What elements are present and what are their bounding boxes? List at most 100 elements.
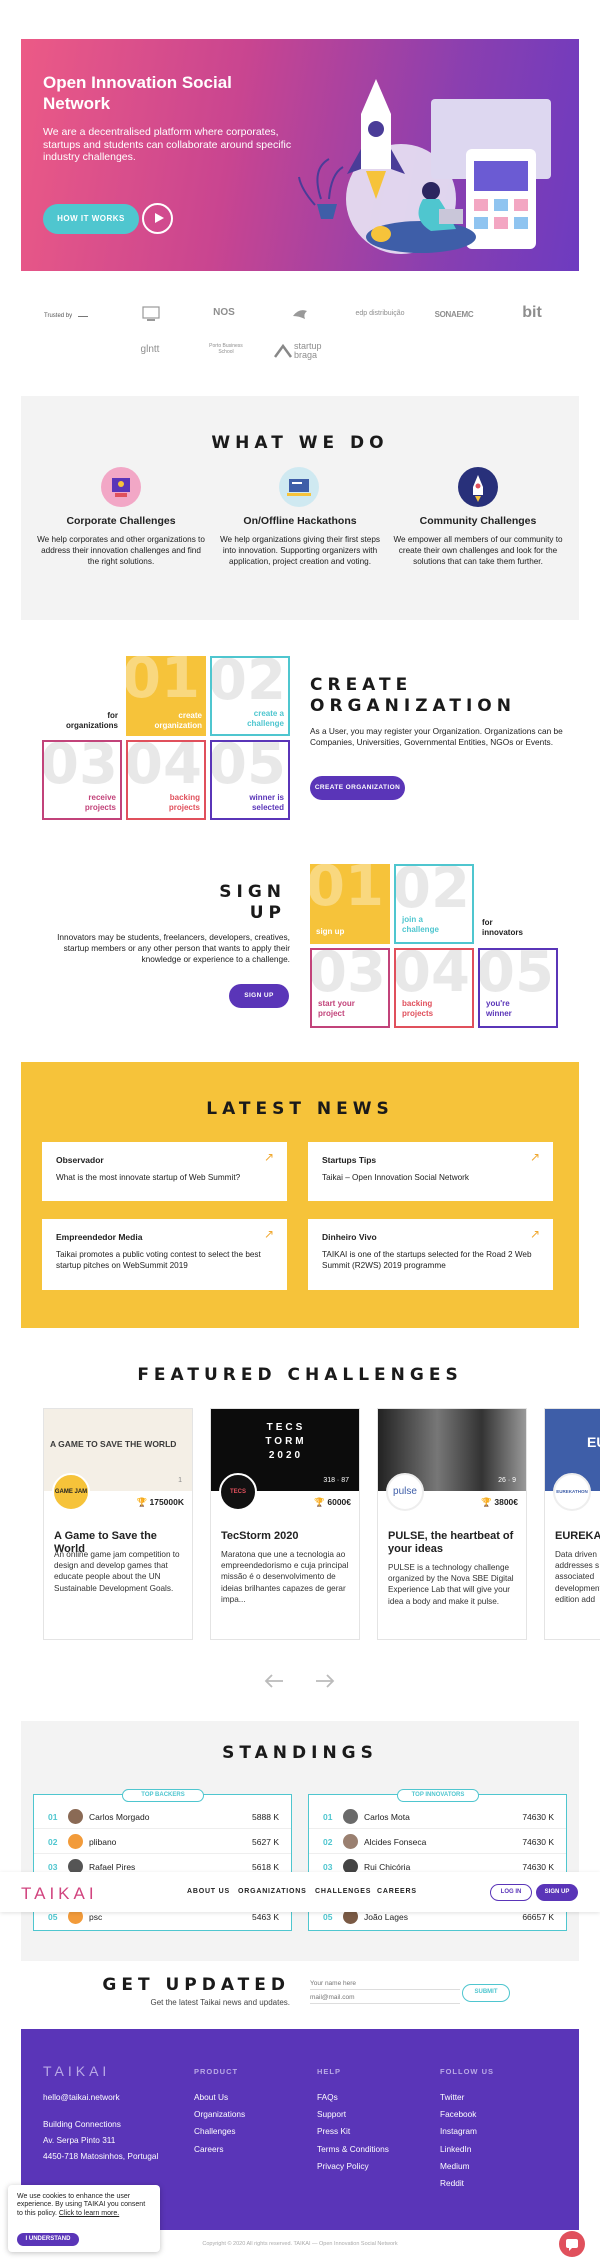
logo-startup-braga: startup braga — [294, 341, 322, 360]
top-navigation: TAIKAI ABOUT US ORGANIZATIONS CHALLENGES… — [0, 1872, 600, 1912]
latest-news-heading: LATEST NEWS — [206, 1099, 394, 1119]
cookie-learn-more-link[interactable]: Click to learn more. — [59, 2210, 119, 2217]
footer-link[interactable]: Support — [317, 2109, 346, 2119]
featured-challenges-heading: FEATURED CHALLENGES — [137, 1365, 463, 1385]
trophy-icon: 🏆 — [314, 1497, 325, 1507]
news-card[interactable]: Empreendedor Media ↗ Taikai promotes a pu… — [42, 1219, 287, 1290]
arrow-up-right-icon: ↗ — [263, 1227, 274, 1241]
footer-link[interactable]: Terms & Conditions — [317, 2144, 389, 2154]
challenge-card[interactable]: TECS TORM 2020 TECS 318 · 87 🏆 6000€ Tec… — [210, 1408, 360, 1640]
footer-link[interactable]: Medium — [440, 2161, 470, 2171]
trusted-by-label: Trusted by — [44, 313, 73, 319]
challenge-prize: 🏆 6000€ — [314, 1497, 351, 1507]
news-card[interactable]: Startups Tips ↗ Taikai – Open Innovation … — [308, 1142, 553, 1201]
logo-porto-business-school: Porto Business School — [209, 343, 243, 355]
get-updated-subtitle: Get the latest Taikai news and updates. — [150, 1998, 291, 2007]
avatar — [343, 1809, 358, 1824]
footer-link[interactable]: Instagram — [440, 2126, 477, 2136]
challenge-card[interactable]: EU EUREKATHON EUREKATH Data driven addre… — [544, 1408, 600, 1640]
challenge-logo: GAME JAM — [52, 1473, 90, 1511]
footer-link[interactable]: Careers — [194, 2144, 224, 2154]
challenge-title: EUREKATH — [555, 1530, 600, 1542]
community-challenges-title: Community Challenges — [419, 515, 537, 527]
footer-link[interactable]: Facebook — [440, 2109, 476, 2119]
for-innovators-label: for innovators — [482, 918, 523, 937]
play-video-button[interactable] — [142, 203, 173, 234]
avatar — [68, 1809, 83, 1824]
taikai-logo[interactable]: TAIKAI — [21, 1884, 98, 1904]
carousel-prev-icon[interactable] — [263, 1673, 285, 1689]
challenge-card[interactable]: pulse 26 · 9 🏆 3800€ PULSE, the heartbea… — [377, 1408, 527, 1640]
footer-link[interactable]: FAQs — [317, 2092, 338, 2102]
logo-glntt: glntt — [140, 344, 160, 355]
avatar — [343, 1834, 358, 1849]
create-heading-line2: ORGANIZATION — [310, 696, 516, 716]
logo-bird-icon — [293, 310, 307, 319]
footer-link[interactable]: Reddit — [440, 2178, 464, 2188]
signup-step-2: 02 join a challenge — [394, 864, 474, 944]
avatar — [68, 1834, 83, 1849]
how-it-works-button[interactable]: HOW IT WORKS — [43, 204, 139, 234]
name-input[interactable] — [310, 1978, 460, 1990]
challenge-desc: Data driven addresses s associated devel… — [555, 1550, 600, 1604]
nav-challenges[interactable]: CHALLENGES — [315, 1888, 371, 1895]
signup-button[interactable]: SIGN UP — [536, 1884, 578, 1901]
challenge-logo: pulse — [386, 1473, 424, 1511]
nav-organizations[interactable]: ORGANIZATIONS — [238, 1888, 307, 1895]
corporate-challenges-title: Corporate Challenges — [66, 515, 176, 527]
login-button[interactable]: LOG IN — [490, 1884, 532, 1901]
cookie-text: We use cookies to enhance the user exper… — [17, 2193, 146, 2217]
nav-careers[interactable]: CAREERS — [377, 1888, 417, 1895]
footer-follow-heading: FOLLOW US — [440, 2067, 494, 2076]
community-challenges-text: We empower all members of our community … — [393, 535, 563, 567]
footer-link[interactable]: LinkedIn — [440, 2144, 471, 2154]
carousel-next-icon[interactable] — [314, 1673, 336, 1689]
footer-address-line: 4450-718 Matosinhos, Portugal — [43, 2151, 159, 2161]
logo-nos: NOS — [213, 307, 235, 318]
signup-step-5: 05 you're winner — [478, 948, 558, 1028]
logo-sonaemc: SONAEMC — [434, 310, 474, 319]
cookie-accept-button[interactable]: I UNDERSTAND — [17, 2233, 79, 2246]
challenge-title: PULSE, the heartbeat of your ideas — [388, 1530, 514, 1555]
hero-illustration — [298, 79, 551, 254]
challenge-title: TecStorm 2020 — [221, 1530, 299, 1542]
footer-link[interactable]: Twitter — [440, 2092, 464, 2102]
get-updated-heading: GET UPDATED — [102, 1975, 290, 1995]
footer-email[interactable]: hello@taikai.network — [43, 2092, 120, 2102]
submit-button[interactable]: SUBMIT — [462, 1984, 510, 2002]
signup-step-3: 03 start your project — [310, 948, 390, 1028]
arrow-up-right-icon: ↗ — [263, 1150, 274, 1164]
logo-monitor-icon — [142, 306, 160, 321]
footer-link[interactable]: Press Kit — [317, 2126, 350, 2136]
footer-address-line: Building Connections — [43, 2119, 121, 2129]
for-organizations-label: for organizations — [65, 711, 118, 730]
table-row: 01 Carlos Morgado 5888 K — [34, 1805, 291, 1829]
signup-step-1: 01 sign up — [310, 864, 390, 944]
hackathons-icon — [279, 467, 319, 507]
trophy-icon: 🏆 — [481, 1497, 492, 1507]
cookie-banner: We use cookies to enhance the user exper… — [8, 2185, 160, 2252]
footer-link[interactable]: Organizations — [194, 2109, 245, 2119]
table-row: 02 plibano 5627 K — [34, 1830, 291, 1854]
news-card[interactable]: Dinheiro Vivo ↗ TAIKAI is one of the star… — [308, 1219, 553, 1290]
challenge-desc: Maratona que une a tecnologia ao empreen… — [221, 1550, 349, 1604]
footer-link[interactable]: About Us — [194, 2092, 228, 2102]
email-input[interactable] — [310, 1992, 460, 2004]
trophy-icon: 🏆 — [136, 1497, 148, 1507]
nav-about-us[interactable]: ABOUT US — [187, 1888, 230, 1895]
signup-section-button[interactable]: SIGN UP — [229, 984, 289, 1008]
news-card[interactable]: Observador ↗ What is the most innovate st… — [42, 1142, 287, 1201]
create-org-text: As a User, you may register your Organiz… — [310, 726, 563, 748]
chat-button[interactable] — [559, 2231, 585, 2257]
corporate-challenges-text: We help corporates and other organizatio… — [37, 535, 205, 567]
create-organization-button[interactable]: CREATE ORGANIZATION — [310, 776, 405, 800]
footer-link[interactable]: Challenges — [194, 2126, 236, 2136]
footer-link[interactable]: Privacy Policy — [317, 2161, 369, 2171]
logo-startup-braga-icon — [274, 344, 293, 358]
challenge-prize: 🏆 3800€ — [481, 1497, 518, 1507]
table-row: 01 Carlos Mota 74630 K — [309, 1805, 566, 1829]
trusted-divider — [78, 316, 88, 317]
arrow-up-right-icon: ↗ — [529, 1227, 540, 1241]
challenge-card[interactable]: A GAME TO SAVE THE WORLD GAME JAM 1 🏆 17… — [43, 1408, 193, 1640]
hackathons-title: On/Offline Hackathons — [243, 515, 357, 527]
